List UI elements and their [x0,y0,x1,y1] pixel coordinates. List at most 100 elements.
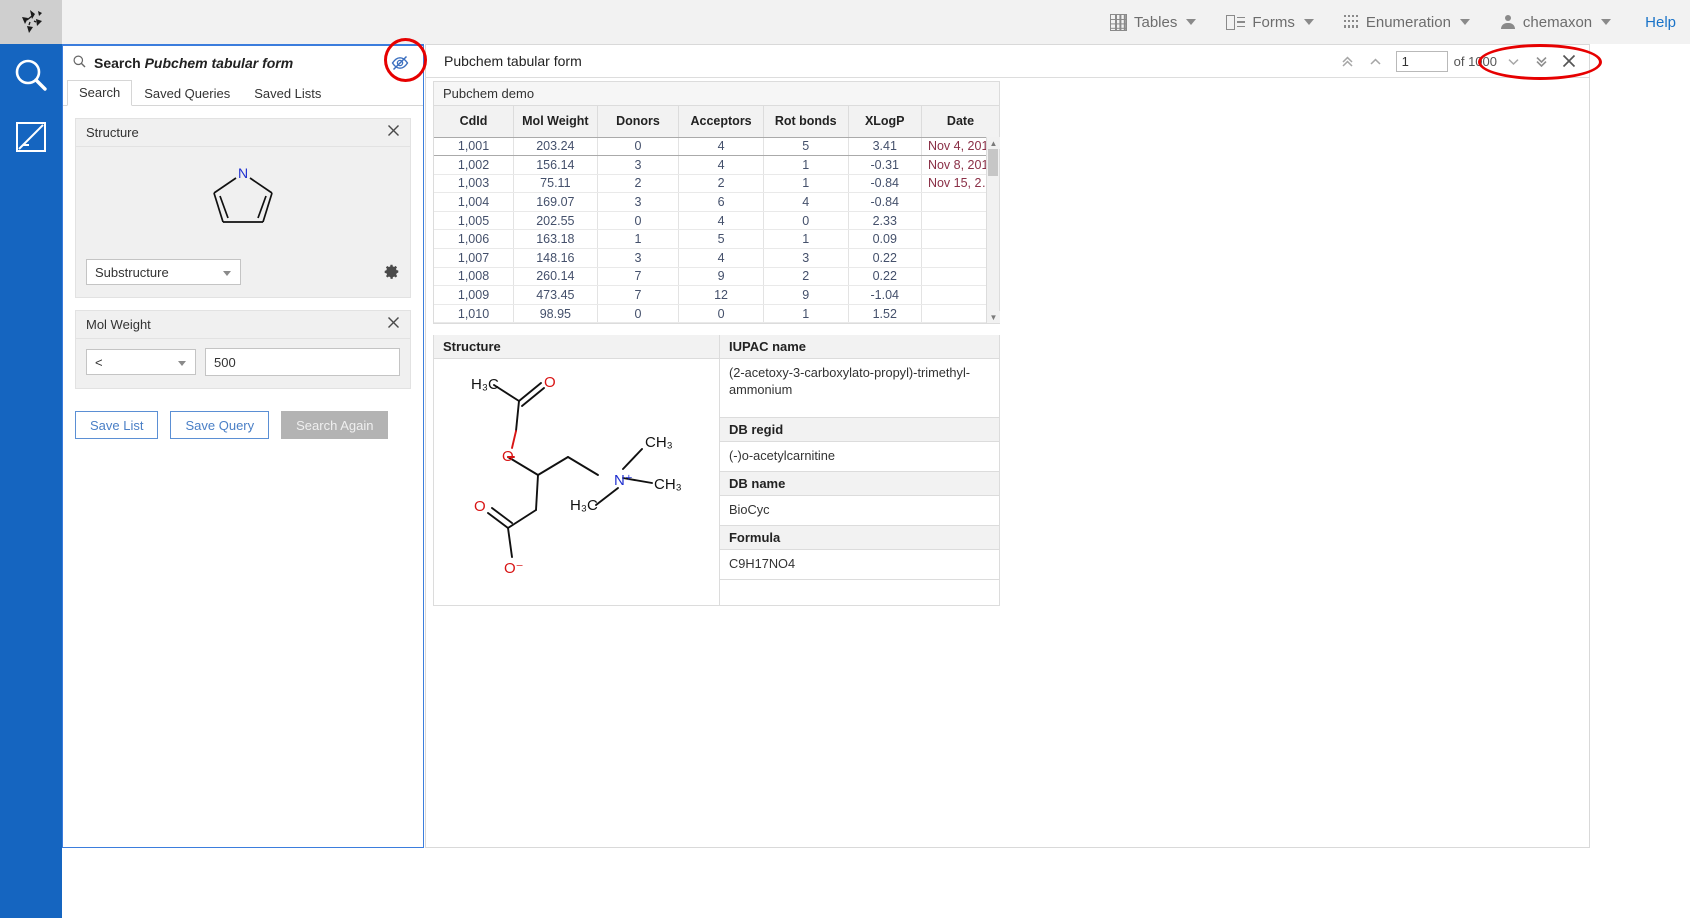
table-cell[interactable]: 1,003 [434,174,514,193]
tab-saved-queries[interactable]: Saved Queries [132,81,242,106]
table-cell[interactable]: 2 [763,267,848,286]
table-cell[interactable]: 1 [763,156,848,175]
tab-saved-lists[interactable]: Saved Lists [242,81,333,106]
table-cell[interactable]: 1.52 [848,304,921,323]
previous-record-button[interactable] [1362,47,1390,75]
table-cell[interactable]: 3 [597,249,679,268]
table-cell[interactable]: 2 [597,174,679,193]
sidebar-item-structure-editor[interactable] [0,106,62,168]
table-row[interactable]: 1,001203.240453.41Nov 4, 2014 [434,137,999,156]
tab-search[interactable]: Search [67,80,132,106]
structure-card-close-icon[interactable] [385,124,402,141]
column-header-date[interactable]: Date [921,106,999,137]
hide-panel-button[interactable] [389,52,411,74]
molweight-card-close-icon[interactable] [385,316,402,333]
last-record-button[interactable] [1527,47,1555,75]
table-cell[interactable]: 12 [679,286,764,305]
first-record-button[interactable] [1334,47,1362,75]
table-cell[interactable]: 1,004 [434,193,514,212]
save-query-button[interactable]: Save Query [170,411,269,439]
table-cell[interactable]: 75.11 [514,174,598,193]
scroll-up-arrow-icon[interactable]: ▲ [987,137,1000,149]
molweight-value-input[interactable] [205,348,400,376]
table-cell[interactable]: 98.95 [514,304,598,323]
table-row[interactable]: 1,006163.181510.09 [434,230,999,249]
table-cell[interactable]: 163.18 [514,230,598,249]
table-cell[interactable]: -1.04 [848,286,921,305]
table-cell[interactable]: 473.45 [514,286,598,305]
table-cell[interactable]: 0.22 [848,267,921,286]
structure-sketch-preview[interactable]: N [76,147,410,251]
molweight-operator-select[interactable]: < [86,349,196,375]
page-number-input[interactable] [1396,51,1448,72]
table-cell[interactable]: -0.84 [848,193,921,212]
table-cell[interactable]: 260.14 [514,267,598,286]
scrollbar-thumb[interactable] [988,149,998,176]
column-header-mol-weight[interactable]: Mol Weight [514,106,598,137]
table-row[interactable]: 1,005202.550402.33 [434,211,999,230]
sidebar-item-search[interactable] [0,44,62,106]
app-logo[interactable] [0,0,62,44]
table-cell[interactable]: 4 [679,137,764,156]
save-list-button[interactable]: Save List [75,411,158,439]
search-type-select[interactable]: Substructure [86,259,241,285]
table-cell[interactable]: 0 [597,304,679,323]
next-record-button[interactable] [1499,47,1527,75]
table-cell[interactable]: 6 [679,193,764,212]
table-cell[interactable]: 5 [679,230,764,249]
table-cell[interactable]: 0 [679,304,764,323]
table-cell[interactable]: 1,008 [434,267,514,286]
table-cell[interactable]: 1,010 [434,304,514,323]
table-cell[interactable]: 0 [763,211,848,230]
table-cell[interactable]: 0 [597,137,679,156]
table-row[interactable]: 1,009473.457129-1.04 [434,286,999,305]
table-cell[interactable]: 0.09 [848,230,921,249]
column-header-cdid[interactable]: CdId [434,106,514,137]
table-cell[interactable]: 1,007 [434,249,514,268]
column-header-donors[interactable]: Donors [597,106,679,137]
table-cell[interactable]: 0.22 [848,249,921,268]
table-cell[interactable]: 3 [597,156,679,175]
nav-item-forms[interactable]: Forms [1226,14,1314,31]
table-cell[interactable]: 202.55 [514,211,598,230]
table-cell[interactable]: 7 [597,286,679,305]
nav-item-user-menu[interactable]: chemaxon [1500,14,1611,31]
table-cell[interactable]: 9 [763,286,848,305]
table-cell[interactable]: 5 [763,137,848,156]
table-cell[interactable]: 1 [763,304,848,323]
results-table-scrollbar[interactable]: ▲ ▼ [986,137,999,323]
table-row[interactable]: 1,007148.163430.22 [434,249,999,268]
table-row[interactable]: 1,01098.950011.52 [434,304,999,323]
close-form-button[interactable] [1555,47,1583,75]
nav-item-enumeration[interactable]: Enumeration [1344,14,1470,31]
column-header-acceptors[interactable]: Acceptors [679,106,764,137]
table-cell[interactable]: 7 [597,267,679,286]
table-cell[interactable]: 1,002 [434,156,514,175]
table-cell[interactable]: 4 [763,193,848,212]
table-cell[interactable]: 169.07 [514,193,598,212]
table-cell[interactable]: -0.84 [848,174,921,193]
table-cell[interactable]: 3 [763,249,848,268]
table-cell[interactable]: -0.31 [848,156,921,175]
column-header-rot-bonds[interactable]: Rot bonds [763,106,848,137]
table-cell[interactable]: 0 [597,211,679,230]
table-cell[interactable]: 156.14 [514,156,598,175]
table-cell[interactable]: 3.41 [848,137,921,156]
table-row[interactable]: 1,004169.07364-0.84 [434,193,999,212]
table-cell[interactable]: 4 [679,211,764,230]
table-cell[interactable]: 148.16 [514,249,598,268]
table-cell[interactable]: 1,005 [434,211,514,230]
table-cell[interactable]: 2 [679,174,764,193]
table-cell[interactable]: 1 [763,174,848,193]
table-row[interactable]: 1,008260.147920.22 [434,267,999,286]
table-cell[interactable]: 1,009 [434,286,514,305]
table-cell[interactable]: 2.33 [848,211,921,230]
table-row[interactable]: 1,00375.11221-0.84Nov 15, 2… [434,174,999,193]
column-header-xlogp[interactable]: XLogP [848,106,921,137]
record-structure-depiction[interactable]: H₃C O O CH₃ CH₃ H₃C N⁺ O O⁻ [434,359,719,605]
table-cell[interactable]: 3 [597,193,679,212]
table-row[interactable]: 1,002156.14341-0.31Nov 8, 2014 [434,156,999,175]
table-cell[interactable]: 4 [679,249,764,268]
table-cell[interactable]: 9 [679,267,764,286]
table-cell[interactable]: 1,001 [434,137,514,156]
